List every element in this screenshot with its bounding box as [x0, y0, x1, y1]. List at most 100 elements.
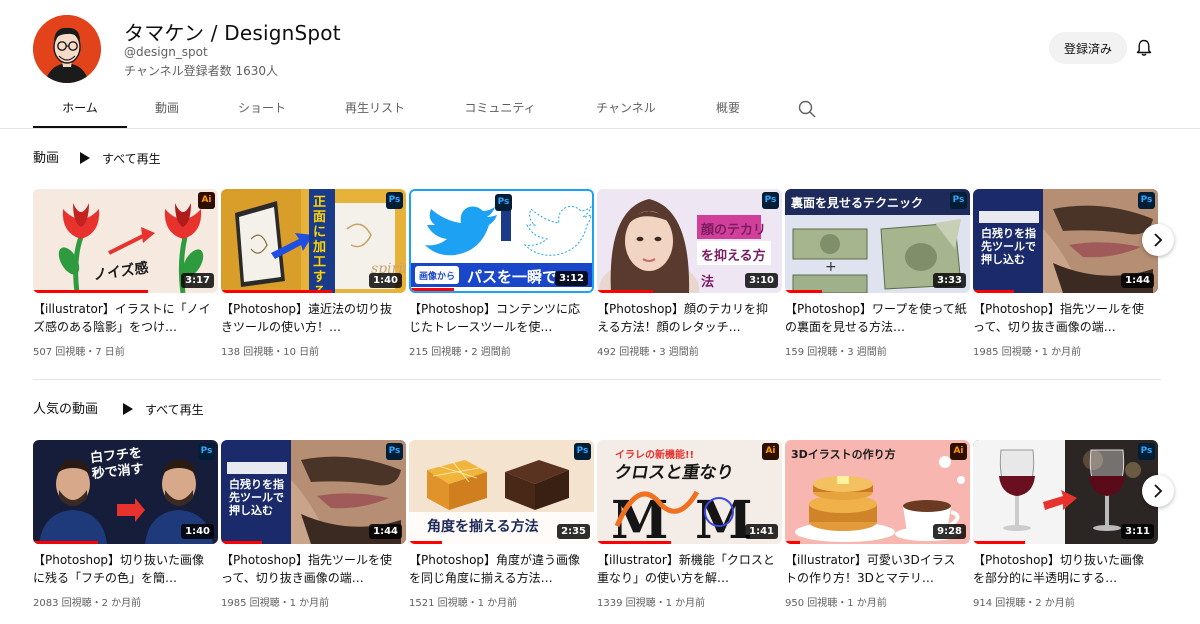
video-duration: 3:10: [745, 273, 778, 288]
play-all-button[interactable]: すべて再生: [80, 150, 161, 168]
chevron-right-icon: [1154, 233, 1163, 247]
video-card[interactable]: M M Ai イラレの新機能!! クロスと重なり 1:41 【illustrat…: [597, 440, 782, 610]
play-icon: [80, 152, 90, 164]
video-thumbnail[interactable]: Ps 3:11: [973, 440, 1158, 544]
watch-progress: [785, 290, 822, 293]
watch-progress: [785, 541, 800, 544]
watch-progress: [411, 288, 455, 291]
illustrator-badge: Ai: [198, 192, 215, 209]
thumbnail-caption: 白フチを秒で消す: [89, 445, 145, 483]
subscribed-button[interactable]: 登録済み: [1049, 32, 1127, 64]
video-thumbnail[interactable]: Ps 白残りを指先ツールで押し込む 1:44: [221, 440, 406, 544]
chevron-right-icon: [1154, 484, 1163, 498]
video-card[interactable]: Ps 角度を揃える方法 2:35 【Photoshop】角度が違う画像を同じ角度…: [409, 440, 594, 610]
video-meta: 1985 回視聴・1 か月前: [221, 598, 330, 609]
video-card[interactable]: Ps 顔のテカリを抑える方法 3:10 【Photoshop】顔のテカリを抑える…: [597, 189, 782, 359]
video-shelf: Ai ノイズ感 3:17 【illustrator】イラストに「ノイズ感のある陰…: [33, 189, 1168, 359]
watch-progress: [33, 541, 98, 544]
video-card[interactable]: Ps 白残りを指先ツールで押し込む 1:44 【Photoshop】指先ツールを…: [973, 189, 1158, 359]
video-meta: 1339 回視聴・1 か月前: [597, 598, 706, 609]
tab-about[interactable]: 概要: [704, 90, 752, 128]
video-meta: 492 回視聴・3 週間前: [597, 347, 699, 358]
tab-playlists[interactable]: 再生リスト: [330, 90, 420, 128]
video-title[interactable]: 【Photoshop】角度が違う画像を同じ角度に揃える方法…: [409, 551, 591, 587]
shelf-next-button[interactable]: [1142, 224, 1174, 256]
video-meta: 914 回視聴・2 か月前: [973, 598, 1075, 609]
video-thumbnail[interactable]: Ps 白残りを指先ツールで押し込む 1:44: [973, 189, 1158, 293]
watch-progress: [597, 541, 671, 544]
shelf-title: 人気の動画: [33, 402, 99, 417]
video-title[interactable]: 【Photoshop】顔のテカリを抑える方法！顔のレタッチ…: [597, 300, 779, 336]
illustrator-badge: Ai: [762, 443, 779, 460]
tab-community[interactable]: コミュニティ: [450, 90, 550, 128]
svg-text:+: +: [825, 259, 837, 275]
video-title[interactable]: 【illustrator】イラストに「ノイズ感のある陰影」をつけ…: [33, 300, 215, 336]
search-icon[interactable]: [797, 99, 817, 119]
photoshop-badge: Ps: [574, 443, 591, 460]
play-all-button[interactable]: すべて再生: [123, 401, 204, 419]
video-title[interactable]: 【Photoshop】ワープを使って紙の裏面を見せる方法…: [785, 300, 967, 336]
thumbnail-caption: 裏面を見せるテクニック: [791, 196, 924, 210]
video-duration: 3:11: [1121, 524, 1154, 539]
video-title[interactable]: 【Photoshop】指先ツールを使って、切り抜き画像の端…: [973, 300, 1155, 336]
channel-avatar[interactable]: [33, 15, 101, 83]
shelf-next-button[interactable]: [1142, 475, 1174, 507]
photoshop-badge: Ps: [1138, 192, 1155, 209]
video-thumbnail[interactable]: spirit Ps 正面に加工する 1:40: [221, 189, 406, 293]
video-title[interactable]: 【Photoshop】遠近法の切り抜きツールの使い方！…: [221, 300, 403, 336]
subscriber-count: チャンネル登録者数 1630人: [124, 64, 278, 78]
video-duration: 1:41: [745, 524, 778, 539]
video-duration: 9:28: [933, 524, 966, 539]
video-card[interactable]: Ps 白残りを指先ツールで押し込む 1:44 【Photoshop】指先ツールを…: [221, 440, 406, 610]
video-thumbnail[interactable]: M M Ai イラレの新機能!! クロスと重なり 1:41: [597, 440, 782, 544]
video-title[interactable]: 【Photoshop】切り抜いた画像に残る「フチの色」を簡…: [33, 551, 215, 587]
video-shelf: Ps 白フチを秒で消す 1:40 【Photoshop】切り抜いた画像に残る「フ…: [33, 440, 1168, 610]
watch-progress: [973, 290, 1014, 293]
video-thumbnail[interactable]: + Ps 裏面を見せるテクニック 3:33: [785, 189, 970, 293]
illustrator-badge: Ai: [950, 443, 967, 460]
video-duration: 3:33: [933, 273, 966, 288]
video-title[interactable]: 【Photoshop】切り抜いた画像を部分的に半透明にする…: [973, 551, 1155, 587]
svg-text:画像から: 画像から: [419, 270, 455, 282]
video-meta: 1521 回視聴・1 か月前: [409, 598, 518, 609]
video-thumbnail[interactable]: Ps 白フチを秒で消す 1:40: [33, 440, 218, 544]
video-duration: 1:44: [369, 524, 402, 539]
video-card[interactable]: Ai 3Dイラストの作り方 9:28 【illustrator】可愛い3Dイラス…: [785, 440, 970, 610]
tab-videos[interactable]: 動画: [140, 90, 194, 128]
photoshop-badge: Ps: [198, 443, 215, 460]
video-thumbnail[interactable]: 画像から Ps パスを一瞬で 3:12: [409, 189, 594, 293]
thumbnail-caption: クロスと重なり: [612, 463, 736, 483]
tab-home[interactable]: ホーム: [33, 90, 127, 128]
video-title[interactable]: 【Photoshop】コンテンツに応じたトレースツールを使…: [409, 300, 591, 336]
photoshop-badge: Ps: [386, 443, 403, 460]
shelf-title: 動画: [33, 151, 60, 166]
video-card[interactable]: Ai ノイズ感 3:17 【illustrator】イラストに「ノイズ感のある陰…: [33, 189, 218, 359]
channel-name: タマケン / DesignSpot: [124, 21, 341, 45]
video-thumbnail[interactable]: Ai 3Dイラストの作り方 9:28: [785, 440, 970, 544]
video-card[interactable]: Ps 白フチを秒で消す 1:40 【Photoshop】切り抜いた画像に残る「フ…: [33, 440, 218, 610]
video-meta: 159 回視聴・3 週間前: [785, 347, 887, 358]
tab-channels[interactable]: チャンネル: [582, 90, 670, 128]
thumbnail-caption: 白残りを指先ツールで押し込む: [981, 227, 1036, 266]
thumbnail-caption: 正面に加工する: [313, 195, 327, 293]
video-card[interactable]: + Ps 裏面を見せるテクニック 3:33 【Photoshop】ワープを使って…: [785, 189, 970, 359]
thumbnail-caption: パスを一瞬で: [467, 268, 558, 286]
video-meta: 215 回視聴・2 週間前: [409, 347, 511, 358]
video-duration: 1:44: [1121, 273, 1154, 288]
watch-progress: [597, 290, 653, 293]
video-card[interactable]: Ps 3:11 【Photoshop】切り抜いた画像を部分的に半透明にする… 9…: [973, 440, 1158, 610]
thumbnail-caption: 角度を揃える方法: [427, 519, 539, 535]
video-card[interactable]: 画像から Ps パスを一瞬で 3:12 【Photoshop】コンテンツに応じた…: [409, 189, 594, 359]
channel-header: タマケン / DesignSpot @design_spot チャンネル登録者数…: [0, 0, 1200, 90]
tab-shorts[interactable]: ショート: [222, 90, 302, 128]
video-thumbnail[interactable]: Ps 顔のテカリを抑える方法 3:10: [597, 189, 782, 293]
notification-bell-icon[interactable]: [1134, 38, 1154, 58]
play-icon: [123, 403, 133, 415]
video-meta: 950 回視聴・1 か月前: [785, 598, 887, 609]
video-title[interactable]: 【illustrator】可愛い3Dイラストの作り方！3Dとマテリ…: [785, 551, 967, 587]
video-title[interactable]: 【illustrator】新機能「クロスと重なり」の使い方を解…: [597, 551, 779, 587]
video-title[interactable]: 【Photoshop】指先ツールを使って、切り抜き画像の端…: [221, 551, 403, 587]
video-card[interactable]: spirit Ps 正面に加工する 1:40 【Photoshop】遠近法の切り…: [221, 189, 406, 359]
video-thumbnail[interactable]: Ps 角度を揃える方法 2:35: [409, 440, 594, 544]
video-thumbnail[interactable]: Ai ノイズ感 3:17: [33, 189, 218, 293]
